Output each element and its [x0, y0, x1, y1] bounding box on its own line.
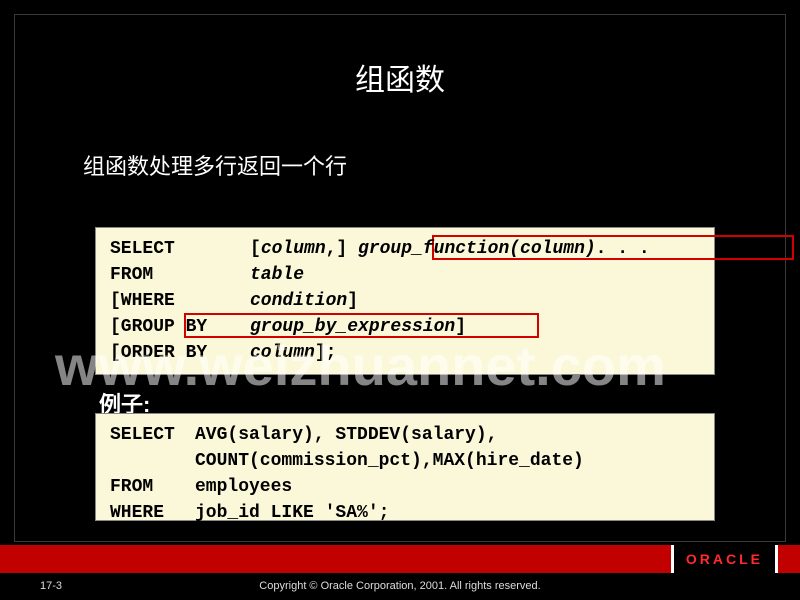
example-row-3: FROM employees	[110, 474, 700, 500]
slide-subtitle: 组函数处理多行返回一个行	[83, 149, 347, 181]
syntax-row-from: FROMtable	[110, 262, 700, 288]
kw-groupby: [GROUP BY	[110, 314, 250, 340]
example-row-1: SELECT AVG(salary), STDDEV(salary),	[110, 422, 700, 448]
slide: 组函数 组函数处理多行返回一个行 SELECT[column,] group_f…	[0, 0, 800, 600]
copyright-text: Copyright © Oracle Corporation, 2001. Al…	[0, 580, 800, 592]
syntax-row-orderby: [ORDER BYcolumn];	[110, 340, 700, 366]
kw-orderby: [ORDER BY	[110, 340, 250, 366]
example-row-2: COUNT(commission_pct),MAX(hire_date)	[110, 448, 700, 474]
slide-border: 组函数 组函数处理多行返回一个行 SELECT[column,] group_f…	[14, 14, 786, 542]
syntax-row-where: [WHEREcondition]	[110, 288, 700, 314]
example-row-4: WHERE job_id LIKE 'SA%';	[110, 500, 700, 526]
oracle-logo: ORACLE	[671, 545, 778, 573]
kw-from: FROM	[110, 262, 250, 288]
syntax-box: SELECT[column,] group_function(column). …	[95, 227, 715, 375]
kw-where: [WHERE	[110, 288, 250, 314]
example-box: SELECT AVG(salary), STDDEV(salary), COUN…	[95, 413, 715, 521]
slide-title: 组函数	[15, 15, 785, 99]
syntax-row-select: SELECT[column,] group_function(column). …	[110, 236, 700, 262]
syntax-row-groupby: [GROUP BYgroup_by_expression]	[110, 314, 700, 340]
kw-select: SELECT	[110, 236, 250, 262]
